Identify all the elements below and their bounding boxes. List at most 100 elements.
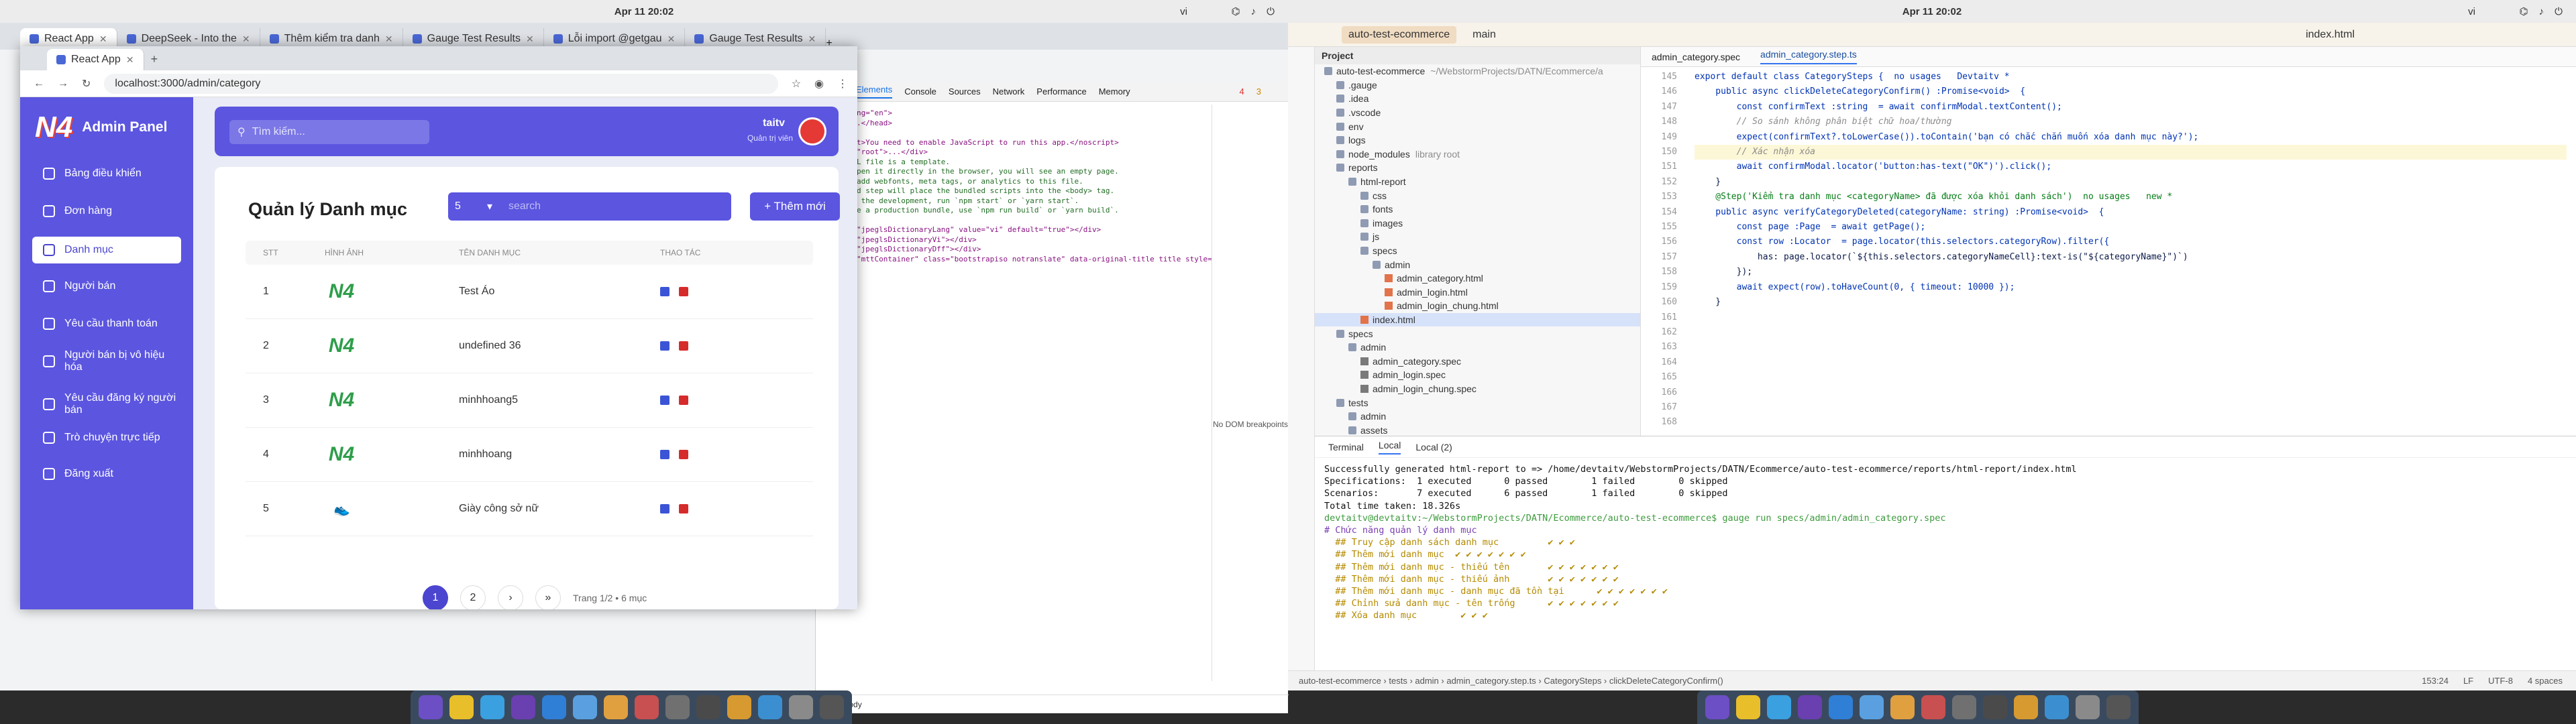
dock-app-icon[interactable] [480, 695, 504, 719]
dom-node-line[interactable]: To create a production bundle, use `npm … [821, 206, 1206, 216]
tree-item[interactable]: admin_login.spec [1315, 368, 1640, 382]
close-icon[interactable]: ✕ [808, 34, 816, 45]
sidebar-item-7[interactable]: Trò chuyện trực tiếp [32, 426, 181, 450]
dock-app-icon[interactable] [665, 695, 690, 719]
close-icon[interactable]: ✕ [126, 54, 134, 66]
sidebar-item-2[interactable]: Danh mục [32, 237, 181, 263]
dom-node-line[interactable]: <div id="mttContainer" class="bootstrapi… [821, 255, 1212, 265]
dock-app-icon[interactable] [1921, 695, 1945, 719]
dom-node-line[interactable]: <head>...</head> [821, 119, 1206, 129]
global-search-input[interactable]: ⚲ Tìm kiếm... [229, 120, 429, 144]
dock-app-icon[interactable] [573, 695, 597, 719]
tree-item[interactable]: .gauge [1315, 78, 1640, 93]
dom-node-line[interactable]: The build step will place the bundled sc… [821, 186, 1206, 196]
trash-icon[interactable] [679, 287, 688, 296]
code-line[interactable]: await confirmModal.locator('button:has-t… [1695, 160, 2567, 174]
sidebar-item-4[interactable]: Yêu cầu thanh toán [32, 312, 181, 336]
code-line[interactable]: const confirmText :string = await confir… [1695, 100, 2567, 115]
last-page-button[interactable]: » [535, 585, 561, 609]
dock-app-icon[interactable] [1767, 695, 1791, 719]
dom-node-line[interactable]: <div id="root">...</div> [821, 147, 1206, 158]
input-language[interactable]: vi [1180, 6, 1187, 17]
project-tree-title[interactable]: Project [1315, 47, 1640, 64]
run-config-select[interactable]: index.html [2306, 29, 2355, 41]
dock-app-icon[interactable] [727, 695, 751, 719]
dom-node-line[interactable]: To begin the development, run `npm start… [821, 196, 1206, 206]
sidebar-item-3[interactable]: Người bán [32, 274, 181, 298]
dock-app-icon[interactable] [2045, 695, 2069, 719]
tree-item[interactable]: js [1315, 230, 1640, 244]
forward-icon[interactable]: → [58, 78, 68, 90]
dock-app-icon[interactable] [1952, 695, 1976, 719]
clock-right[interactable]: Apr 11 20:02 [1902, 6, 1962, 17]
tree-item[interactable]: admin_login_chung.spec [1315, 382, 1640, 396]
dom-node-line[interactable]: <div id="jpeglsDictionaryVi"></div> [821, 235, 1206, 245]
tree-item[interactable]: tests [1315, 396, 1640, 410]
close-icon[interactable]: ✕ [385, 34, 393, 45]
devtools-elements-tree[interactable]: <html lang="en"><head>...</head><body><n… [816, 105, 1212, 681]
code-line[interactable]: await expect(row).toHaveCount(0, { timeo… [1695, 280, 2567, 295]
sidebar-item-5[interactable]: Người bán bị vô hiệu hóa [32, 344, 181, 379]
devtools-tab[interactable]: Sources [949, 86, 981, 97]
dom-node-line[interactable]: <noscript>You need to enable JavaScript … [821, 138, 1206, 148]
menu-kebab-icon[interactable]: ⋮ [837, 77, 848, 90]
reload-icon[interactable]: ↻ [82, 77, 91, 90]
tree-item[interactable]: specs [1315, 326, 1640, 341]
error-count-badge[interactable]: 4 [1240, 86, 1244, 97]
tree-item[interactable]: css [1315, 188, 1640, 202]
code-line[interactable]: const page :Page = await getPage(); [1695, 220, 2567, 235]
terminal-tab-local-2[interactable]: Local (2) [1415, 442, 1452, 452]
sidebar-item-8[interactable]: Đăng xuất [32, 462, 181, 486]
code-line[interactable]: export default class CategorySteps { no … [1695, 70, 2567, 84]
tree-item[interactable]: env [1315, 119, 1640, 133]
dom-node-line[interactable]: </body> [821, 264, 1206, 274]
terminal-tab-local[interactable]: Local [1378, 440, 1401, 455]
page-2-button[interactable]: 2 [460, 585, 486, 609]
trash-icon[interactable] [679, 396, 688, 405]
avatar[interactable] [798, 117, 826, 145]
dock-app-icon[interactable] [1860, 695, 1884, 719]
dock-app-icon[interactable] [696, 695, 720, 719]
code-line[interactable]: expect(confirmText?.toLowerCase()).toCon… [1695, 130, 2567, 145]
trash-icon[interactable] [679, 450, 688, 459]
sidebar-item-0[interactable]: Bảng điều khiển [32, 162, 181, 186]
add-category-button[interactable]: + Thêm mới [750, 192, 840, 221]
page-size-select[interactable]: 5 ▾ [448, 192, 499, 221]
tree-item[interactable]: auto-test-ecommerce ~/WebstormProjects/DA… [1315, 64, 1640, 78]
close-icon[interactable]: ✕ [526, 34, 534, 45]
dock-app-icon[interactable] [789, 695, 813, 719]
dock-app-icon[interactable] [511, 695, 535, 719]
editor-tab-spec[interactable]: admin_category.spec [1652, 52, 1740, 62]
dom-node-line[interactable]: If you open it directly in the browser, … [821, 167, 1206, 177]
code-line[interactable]: public async clickDeleteCategoryConfirm(… [1695, 84, 2567, 99]
dock-app-icon[interactable] [758, 695, 782, 719]
dock-app-icon[interactable] [449, 695, 474, 719]
code-area[interactable]: export default class CategorySteps { no … [1695, 67, 2567, 436]
system-tray-right[interactable]: ⌬ ♪ ⏻ [2520, 5, 2563, 18]
tree-item[interactable]: logs [1315, 133, 1640, 147]
close-icon[interactable]: ✕ [667, 34, 676, 45]
tree-item[interactable]: admin_login.html [1315, 286, 1640, 300]
devtools-tab[interactable]: Memory [1099, 86, 1130, 97]
back-icon[interactable]: ← [34, 78, 44, 90]
close-icon[interactable]: ✕ [99, 34, 107, 45]
dock-app-icon[interactable] [1890, 695, 1915, 719]
dock-app-icon[interactable] [2076, 695, 2100, 719]
dom-node-line[interactable]: <div id="jpeglsDictionaryLang" value="vi… [821, 225, 1206, 235]
edit-icon[interactable] [660, 396, 669, 405]
tree-item[interactable]: .idea [1315, 92, 1640, 106]
branch-switcher[interactable]: main [1472, 29, 1496, 41]
status-breadcrumb[interactable]: auto-test-ecommerce › tests › admin › ad… [1299, 676, 1723, 686]
system-tray[interactable]: ⌬ ♪ ⏻ [1232, 5, 1275, 18]
tree-item[interactable]: reports [1315, 161, 1640, 175]
project-switcher[interactable]: auto-test-ecommerce [1342, 25, 1457, 44]
tree-item[interactable]: fonts [1315, 202, 1640, 217]
edit-icon[interactable] [660, 504, 669, 514]
next-page-button[interactable]: › [498, 585, 523, 609]
dock-app-icon[interactable] [1829, 695, 1853, 719]
dom-node-line[interactable]: This HTML file is a template. [821, 158, 1206, 168]
code-line[interactable]: // Xác nhận xóa [1695, 145, 2567, 160]
file-encoding[interactable]: UTF-8 [2488, 676, 2513, 686]
code-line[interactable]: has: page.locator(`${this.selectors.cate… [1695, 250, 2567, 265]
tree-item[interactable]: node_modules library root [1315, 147, 1640, 162]
